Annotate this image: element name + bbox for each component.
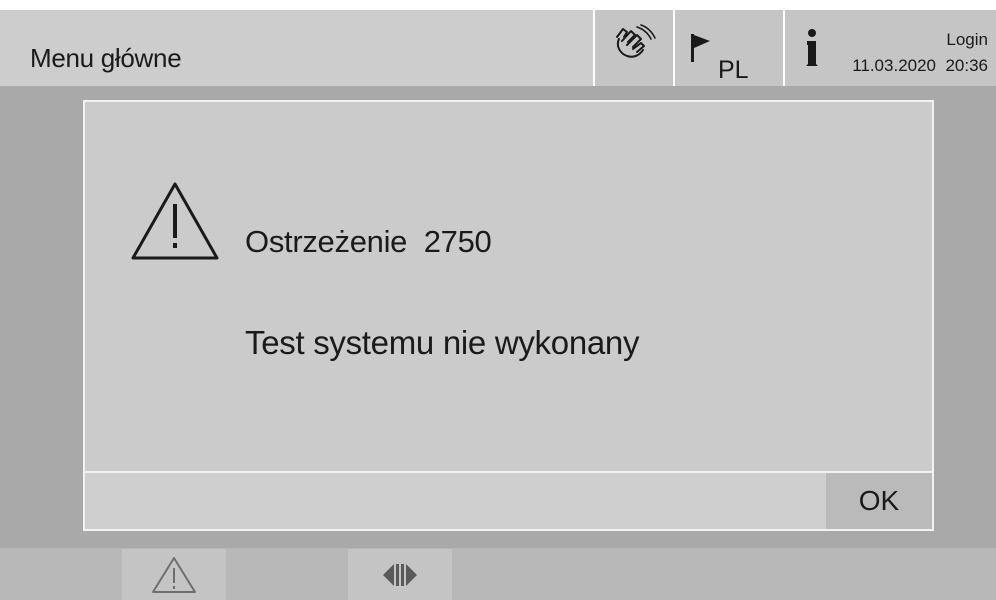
datetime-label: 11.03.2020 20:36	[852, 56, 988, 75]
warning-dialog: Ostrzeżenie 2750 Test systemu nie wykona…	[83, 100, 934, 531]
login-label: Login	[946, 30, 988, 49]
toggle-view-button[interactable]	[348, 549, 452, 600]
flag-icon	[691, 34, 710, 62]
warning-triangle-icon	[131, 182, 219, 260]
double-arrow-icon	[383, 563, 417, 586]
language-label: PL	[718, 56, 749, 84]
page-title: Menu główne	[30, 43, 182, 73]
language-button[interactable]: PL	[673, 10, 783, 86]
warning-title: Ostrzeżenie 2750	[245, 224, 492, 259]
warnings-button[interactable]	[122, 549, 226, 600]
dialog-footer: OK	[85, 473, 932, 529]
person-info-icon	[806, 29, 818, 66]
hand-pointer-icon	[616, 24, 656, 58]
warning-triangle-icon	[152, 556, 196, 593]
ok-button[interactable]: OK	[826, 473, 932, 529]
warning-message: Test systemu nie wykonany	[245, 324, 640, 361]
hand-button[interactable]	[593, 10, 673, 86]
bottom-bar	[0, 548, 996, 600]
header-bar: Menu główne PL Login 11.03.2020 20:36	[0, 10, 996, 86]
top-strip	[0, 0, 996, 10]
login-button[interactable]: Login 11.03.2020 20:36	[783, 10, 996, 86]
